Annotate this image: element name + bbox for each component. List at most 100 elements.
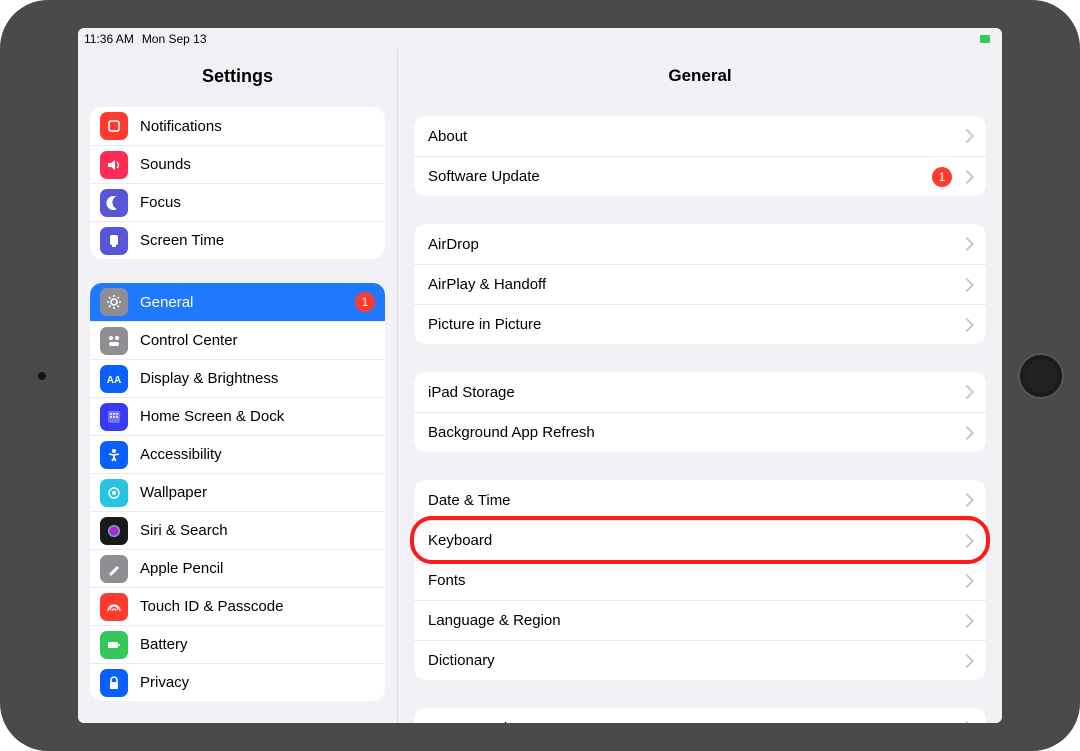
sidebar-item-label: Screen Time bbox=[140, 232, 224, 249]
front-camera bbox=[38, 372, 46, 380]
sidebar-item-sounds[interactable]: Sounds bbox=[90, 145, 385, 183]
notifications-icon bbox=[100, 112, 128, 140]
detail-row-fonts[interactable]: Fonts bbox=[414, 560, 986, 600]
detail-title: General bbox=[398, 50, 1002, 116]
chevron-right-icon bbox=[960, 129, 974, 143]
settings-sidebar: Settings Notifications Sounds Focus Screen … bbox=[78, 50, 398, 723]
detail-row-dictionary[interactable]: Dictionary bbox=[414, 640, 986, 680]
notification-badge: 1 bbox=[355, 292, 375, 312]
detail-row-label: VPN & Device Management bbox=[428, 720, 615, 724]
notification-badge: 1 bbox=[932, 167, 952, 187]
detail-row-pip[interactable]: Picture in Picture bbox=[414, 304, 986, 344]
home-button[interactable] bbox=[1018, 353, 1064, 399]
chevron-right-icon bbox=[960, 493, 974, 507]
chevron-right-icon bbox=[960, 533, 974, 547]
detail-row-label: Software Update bbox=[428, 168, 540, 185]
accessibility-icon bbox=[100, 441, 128, 469]
sidebar-item-applepencil[interactable]: Apple Pencil bbox=[90, 549, 385, 587]
sidebar-item-label: Control Center bbox=[140, 332, 238, 349]
sidebar-item-controlcenter[interactable]: Control Center bbox=[90, 321, 385, 359]
detail-group: VPN & Device Management bbox=[414, 708, 986, 723]
privacy-icon bbox=[100, 669, 128, 697]
sidebar-group: General 1 Control Center AA Display & Bright… bbox=[90, 283, 385, 701]
detail-row-label: Background App Refresh bbox=[428, 424, 595, 441]
sidebar-item-label: General bbox=[140, 294, 193, 311]
detail-row-label: Keyboard bbox=[428, 532, 492, 549]
sidebar-item-focus[interactable]: Focus bbox=[90, 183, 385, 221]
battery-icon bbox=[100, 631, 128, 659]
detail-row-airdrop[interactable]: AirDrop bbox=[414, 224, 986, 264]
sidebar-item-screentime[interactable]: Screen Time bbox=[90, 221, 385, 259]
sidebar-item-general[interactable]: General 1 bbox=[90, 283, 385, 321]
detail-row-label: Fonts bbox=[428, 572, 466, 589]
sidebar-item-siri[interactable]: Siri & Search bbox=[90, 511, 385, 549]
detail-row-label: iPad Storage bbox=[428, 384, 515, 401]
ipad-frame: 11:36 AM Mon Sep 13 Settings Notificatio… bbox=[0, 0, 1080, 751]
detail-row-vpn[interactable]: VPN & Device Management bbox=[414, 708, 986, 723]
homescreen-icon bbox=[100, 403, 128, 431]
svg-text:AA: AA bbox=[107, 375, 121, 386]
sidebar-item-touchid[interactable]: Touch ID & Passcode bbox=[90, 587, 385, 625]
sidebar-group: Notifications Sounds Focus Screen Time bbox=[90, 107, 385, 259]
sidebar-item-wallpaper[interactable]: Wallpaper bbox=[90, 473, 385, 511]
sidebar-item-notifications[interactable]: Notifications bbox=[90, 107, 385, 145]
status-date: Mon Sep 13 bbox=[142, 32, 207, 46]
sidebar-item-label: Sounds bbox=[140, 156, 191, 173]
detail-row-storage[interactable]: iPad Storage bbox=[414, 372, 986, 412]
sidebar-item-label: Notifications bbox=[140, 118, 222, 135]
chevron-right-icon bbox=[960, 613, 974, 627]
detail-row-label: Language & Region bbox=[428, 612, 561, 629]
sidebar-item-label: Wallpaper bbox=[140, 484, 207, 501]
sidebar-item-label: Display & Brightness bbox=[140, 370, 278, 387]
detail-group: AirDrop AirPlay & Handoff Picture in Pictu… bbox=[414, 224, 986, 344]
sidebar-item-homescreen[interactable]: Home Screen & Dock bbox=[90, 397, 385, 435]
detail-row-langregion[interactable]: Language & Region bbox=[414, 600, 986, 640]
chevron-right-icon bbox=[960, 317, 974, 331]
screentime-icon bbox=[100, 227, 128, 255]
detail-row-keyboard[interactable]: Keyboard bbox=[414, 520, 986, 560]
detail-row-datetime[interactable]: Date & Time bbox=[414, 480, 986, 520]
wallpaper-icon bbox=[100, 479, 128, 507]
detail-row-label: Picture in Picture bbox=[428, 316, 541, 333]
chevron-right-icon bbox=[960, 277, 974, 291]
applepencil-icon bbox=[100, 555, 128, 583]
chevron-right-icon bbox=[960, 385, 974, 399]
focus-icon bbox=[100, 189, 128, 217]
sidebar-item-label: Apple Pencil bbox=[140, 560, 223, 577]
sidebar-item-privacy[interactable]: Privacy bbox=[90, 663, 385, 701]
chevron-right-icon bbox=[960, 573, 974, 587]
sidebar-item-label: Siri & Search bbox=[140, 522, 228, 539]
chevron-right-icon bbox=[960, 169, 974, 183]
sidebar-item-label: Touch ID & Passcode bbox=[140, 598, 283, 615]
detail-row-label: AirDrop bbox=[428, 236, 479, 253]
battery-icon bbox=[980, 35, 990, 43]
sidebar-item-label: Privacy bbox=[140, 674, 189, 691]
screen: 11:36 AM Mon Sep 13 Settings Notificatio… bbox=[78, 28, 1002, 723]
siri-icon bbox=[100, 517, 128, 545]
detail-group: About Software Update 1 bbox=[414, 116, 986, 196]
chevron-right-icon bbox=[960, 425, 974, 439]
sidebar-item-label: Home Screen & Dock bbox=[140, 408, 284, 425]
sidebar-item-battery[interactable]: Battery bbox=[90, 625, 385, 663]
sidebar-item-accessibility[interactable]: Accessibility bbox=[90, 435, 385, 473]
controlcenter-icon bbox=[100, 327, 128, 355]
detail-row-label: AirPlay & Handoff bbox=[428, 276, 546, 293]
detail-pane: General About Software Update 1 AirDrop AirP… bbox=[398, 50, 1002, 723]
detail-row-label: Dictionary bbox=[428, 652, 495, 669]
touchid-icon bbox=[100, 593, 128, 621]
chevron-right-icon bbox=[960, 237, 974, 251]
sidebar-title: Settings bbox=[78, 50, 397, 99]
detail-row-label: Date & Time bbox=[428, 492, 511, 509]
sidebar-item-label: Focus bbox=[140, 194, 181, 211]
sidebar-item-display[interactable]: AA Display & Brightness bbox=[90, 359, 385, 397]
detail-group: Date & Time Keyboard Fonts Language & Regio… bbox=[414, 480, 986, 680]
detail-row-bgappr[interactable]: Background App Refresh bbox=[414, 412, 986, 452]
status-bar: 11:36 AM Mon Sep 13 bbox=[78, 28, 1002, 50]
detail-row-about[interactable]: About bbox=[414, 116, 986, 156]
status-time: 11:36 AM bbox=[84, 32, 134, 46]
detail-row-airplay[interactable]: AirPlay & Handoff bbox=[414, 264, 986, 304]
sidebar-item-label: Battery bbox=[140, 636, 188, 653]
sounds-icon bbox=[100, 151, 128, 179]
detail-row-softwareupdate[interactable]: Software Update 1 bbox=[414, 156, 986, 196]
general-icon bbox=[100, 288, 128, 316]
